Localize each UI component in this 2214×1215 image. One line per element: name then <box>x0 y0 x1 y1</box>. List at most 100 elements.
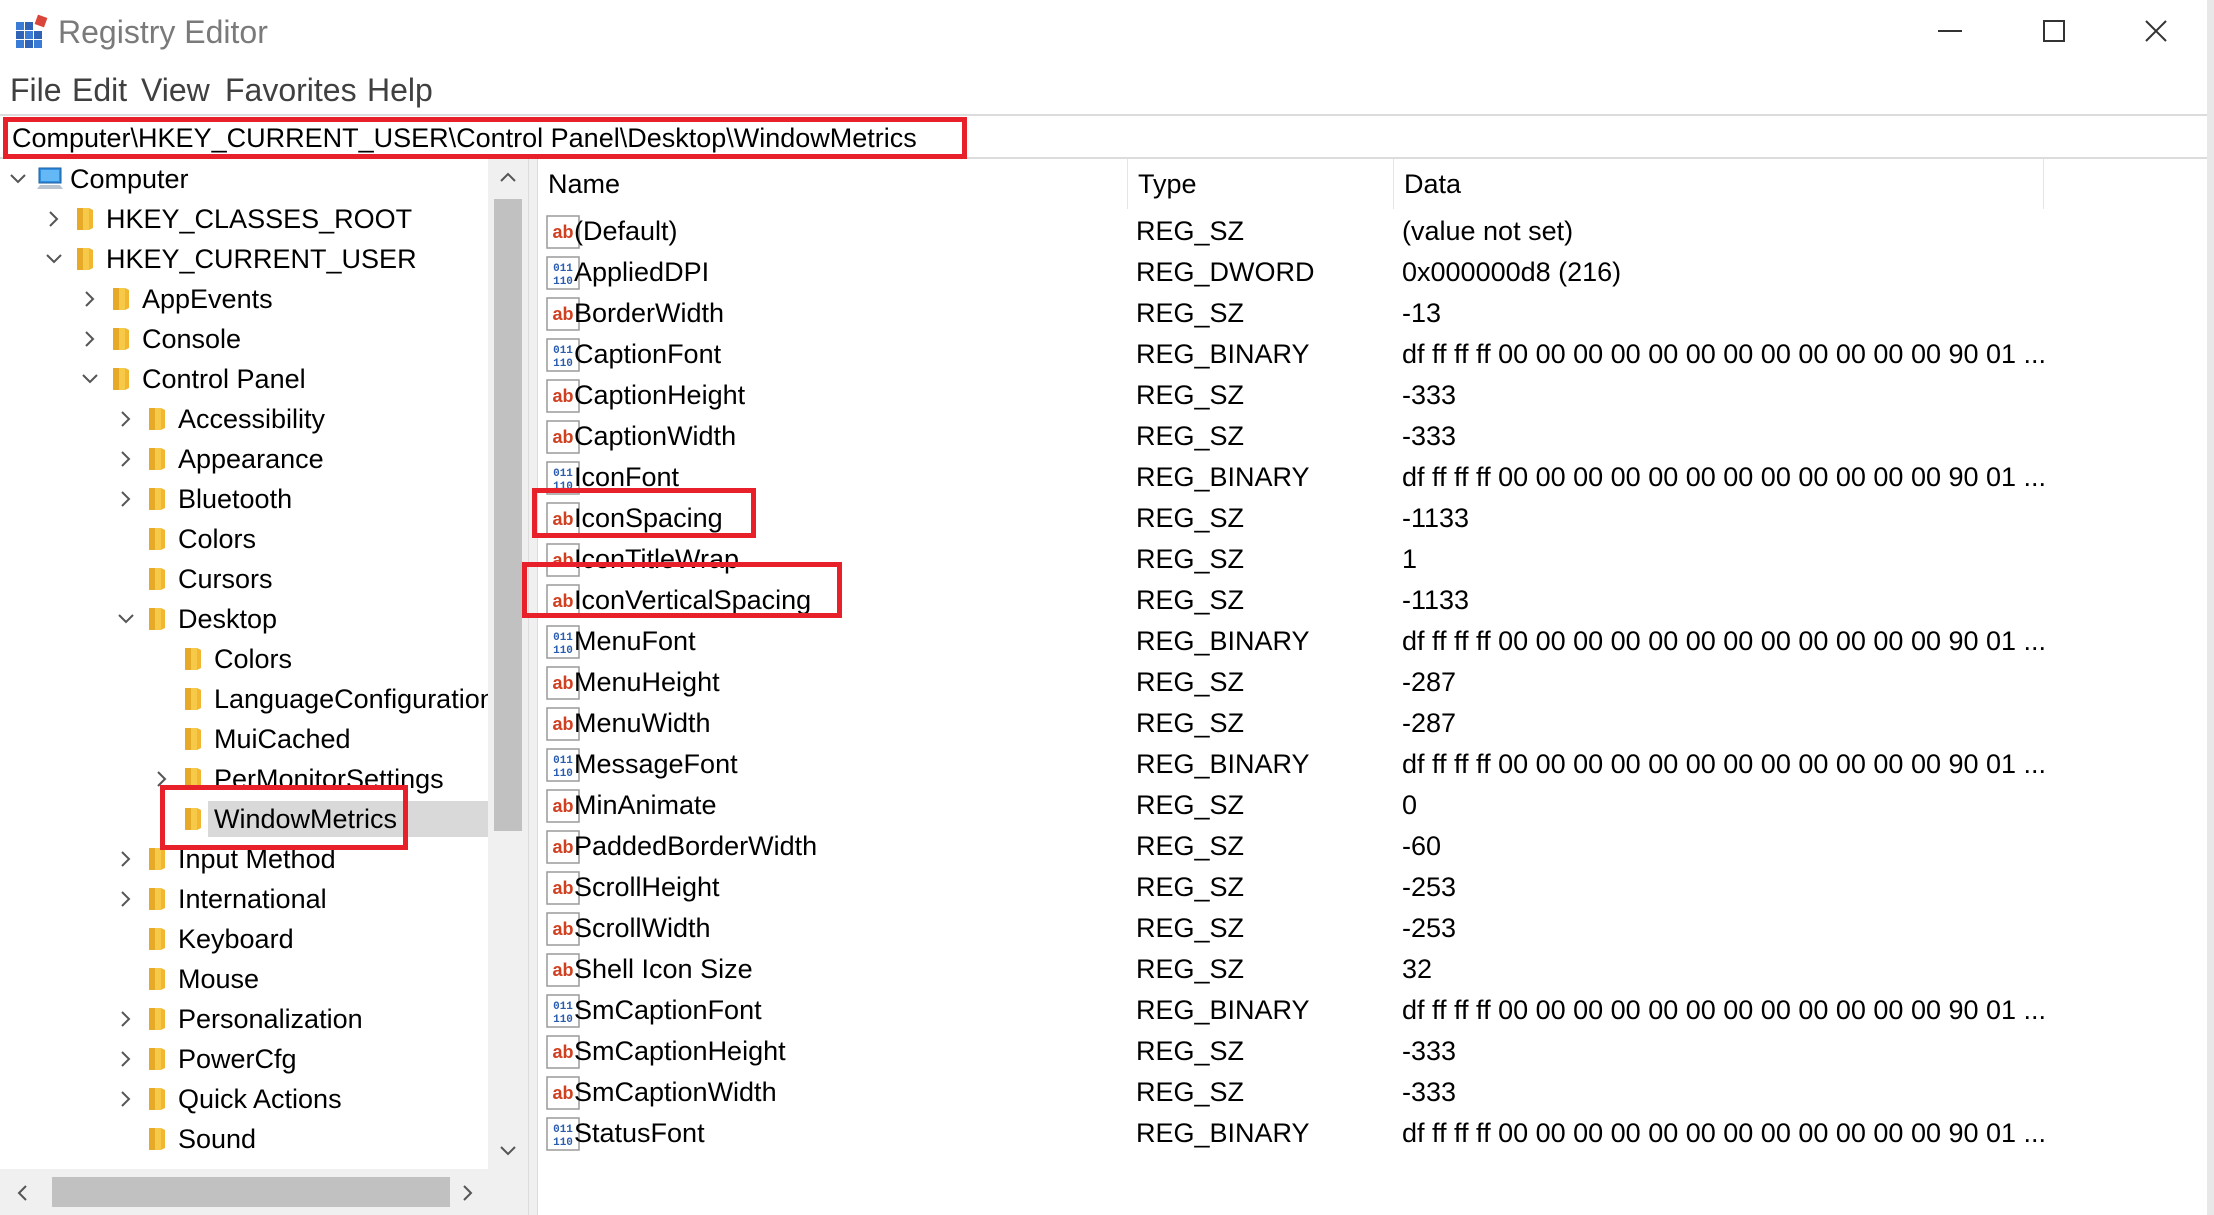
tree-item-label: International <box>178 884 327 914</box>
svg-text:ab: ab <box>552 550 573 570</box>
tree-item-label: Sound <box>178 1124 257 1154</box>
scroll-up-icon[interactable] <box>498 169 518 185</box>
folder-icon <box>149 968 165 990</box>
tree-vertical-scrollbar[interactable] <box>488 159 528 1169</box>
column-header-name[interactable]: Name <box>538 159 1128 209</box>
tree-item-label: Bluetooth <box>178 484 293 514</box>
value-type: REG_SZ <box>1136 503 1245 533</box>
value-row[interactable]: 011 110 AppliedDPI REG_DWORD 0x000000d8 (216… <box>538 252 2214 293</box>
svg-text:ab: ab <box>552 591 573 611</box>
tree-item-label: Personalization <box>178 1004 363 1034</box>
chevron-down-icon[interactable] <box>6 167 30 191</box>
chevron-right-icon[interactable] <box>114 487 138 511</box>
menu-view[interactable]: View <box>141 66 210 114</box>
value-row[interactable]: ab IconVerticalSpacing REG_SZ -1133 <box>538 580 2214 621</box>
value-row[interactable]: ab IconSpacing REG_SZ -1133 <box>538 498 2214 539</box>
scroll-left-icon[interactable] <box>14 1183 30 1203</box>
value-data: 32 <box>1402 954 1433 984</box>
value-name: MinAnimate <box>574 790 717 820</box>
chevron-right-icon[interactable] <box>114 1007 138 1031</box>
chevron-right-icon[interactable] <box>78 287 102 311</box>
svg-text:ab: ab <box>552 714 573 734</box>
value-row[interactable]: ab ScrollHeight REG_SZ -253 <box>538 867 2214 908</box>
svg-text:ab: ab <box>552 304 573 324</box>
value-row[interactable]: ab (Default) REG_SZ (value not set) <box>538 211 2214 252</box>
scroll-right-icon[interactable] <box>460 1183 476 1203</box>
chevron-down-icon[interactable] <box>114 607 138 631</box>
svg-text:ab: ab <box>552 427 573 447</box>
value-row[interactable]: ab Shell Icon Size REG_SZ 32 <box>538 949 2214 990</box>
svg-text:ab: ab <box>552 878 573 898</box>
tree-item-label: AppEvents <box>142 284 273 314</box>
svg-text:ab: ab <box>552 222 573 242</box>
value-type: REG_SZ <box>1136 421 1245 451</box>
folder-icon <box>77 248 93 270</box>
value-data: df ff ff ff 00 00 00 00 00 00 00 00 00 0… <box>1402 1118 2047 1148</box>
chevron-right-icon[interactable] <box>42 207 66 231</box>
value-row[interactable]: ab MenuHeight REG_SZ -287 <box>538 662 2214 703</box>
value-row[interactable]: 011 110 MessageFont REG_BINARY df ff ff ff 0… <box>538 744 2214 785</box>
value-row[interactable]: ab CaptionHeight REG_SZ -333 <box>538 375 2214 416</box>
tree-scroll-thumb[interactable] <box>494 199 522 831</box>
chevron-right-icon[interactable] <box>114 1087 138 1111</box>
menu-favorites[interactable]: Favorites <box>225 66 357 114</box>
chevron-right-icon[interactable] <box>114 1047 138 1071</box>
svg-text:011: 011 <box>553 468 573 480</box>
value-type: REG_BINARY <box>1136 626 1310 656</box>
menu-file[interactable]: File <box>10 66 62 114</box>
value-row[interactable]: ab ScrollWidth REG_SZ -253 <box>538 908 2214 949</box>
chevron-down-icon[interactable] <box>42 247 66 271</box>
chevron-right-icon[interactable] <box>78 327 102 351</box>
svg-text:110: 110 <box>553 358 573 370</box>
menu-bar: File Edit View Favorites Help <box>0 66 2214 114</box>
value-row[interactable]: ab BorderWidth REG_SZ -13 <box>538 293 2214 334</box>
close-button[interactable] <box>2104 0 2208 62</box>
menu-edit[interactable]: Edit <box>72 66 127 114</box>
value-row[interactable]: ab CaptionWidth REG_SZ -333 <box>538 416 2214 457</box>
chevron-right-icon[interactable] <box>114 887 138 911</box>
chevron-right-icon[interactable] <box>114 847 138 871</box>
value-type: REG_SZ <box>1136 954 1245 984</box>
scroll-down-icon[interactable] <box>498 1143 518 1159</box>
folder-icon <box>185 808 201 830</box>
column-header-type[interactable]: Type <box>1128 159 1394 209</box>
folder-icon <box>113 328 129 350</box>
pane-splitter[interactable] <box>528 159 538 1215</box>
address-path[interactable]: Computer\HKEY_CURRENT_USER\Control Panel… <box>12 120 917 156</box>
value-row[interactable]: ab IconTitleWrap REG_SZ 1 <box>538 539 2214 580</box>
value-name: MenuHeight <box>574 667 720 697</box>
value-row[interactable]: 011 110 SmCaptionFont REG_BINARY df ff ff ff… <box>538 990 2214 1031</box>
value-type: REG_BINARY <box>1136 995 1310 1025</box>
value-row[interactable]: ab SmCaptionHeight REG_SZ -333 <box>538 1031 2214 1072</box>
value-row[interactable]: 011 110 MenuFont REG_BINARY df ff ff ff 00 0… <box>538 621 2214 662</box>
value-row[interactable]: ab PaddedBorderWidth REG_SZ -60 <box>538 826 2214 867</box>
value-row[interactable]: ab MenuWidth REG_SZ -287 <box>538 703 2214 744</box>
value-data: -333 <box>1402 421 1457 451</box>
folder-icon <box>149 488 165 510</box>
svg-text:011: 011 <box>553 1001 573 1013</box>
value-data: df ff ff ff 00 00 00 00 00 00 00 00 00 0… <box>1402 339 2047 369</box>
value-name: PaddedBorderWidth <box>574 831 818 861</box>
menu-help[interactable]: Help <box>367 66 433 114</box>
value-row[interactable]: 011 110 CaptionFont REG_BINARY df ff ff ff 0… <box>538 334 2214 375</box>
value-row[interactable]: ab MinAnimate REG_SZ 0 <box>538 785 2214 826</box>
tree-horizontal-scrollbar[interactable] <box>0 1169 528 1215</box>
address-bar[interactable]: Computer\HKEY_CURRENT_USER\Control Panel… <box>0 114 2214 159</box>
chevron-down-icon[interactable] <box>78 367 102 391</box>
minimize-button[interactable] <box>1898 0 2002 62</box>
tree-hscroll-thumb[interactable] <box>52 1177 450 1207</box>
title-bar: Registry Editor <box>0 0 2214 62</box>
svg-text:110: 110 <box>553 1137 573 1149</box>
value-type: REG_BINARY <box>1136 462 1310 492</box>
chevron-right-icon[interactable] <box>150 767 174 791</box>
svg-text:011: 011 <box>553 263 573 275</box>
maximize-button[interactable] <box>2002 0 2106 62</box>
column-header-data[interactable]: Data <box>1394 159 2044 209</box>
value-row[interactable]: 011 110 StatusFont REG_BINARY df ff ff ff 00… <box>538 1113 2214 1154</box>
chevron-right-icon[interactable] <box>114 407 138 431</box>
value-data: df ff ff ff 00 00 00 00 00 00 00 00 00 0… <box>1402 462 2047 492</box>
value-row[interactable]: 011 110 IconFont REG_BINARY df ff ff ff 00 0… <box>538 457 2214 498</box>
value-row[interactable]: ab SmCaptionWidth REG_SZ -333 <box>538 1072 2214 1113</box>
value-name: CaptionHeight <box>574 380 746 410</box>
chevron-right-icon[interactable] <box>114 447 138 471</box>
